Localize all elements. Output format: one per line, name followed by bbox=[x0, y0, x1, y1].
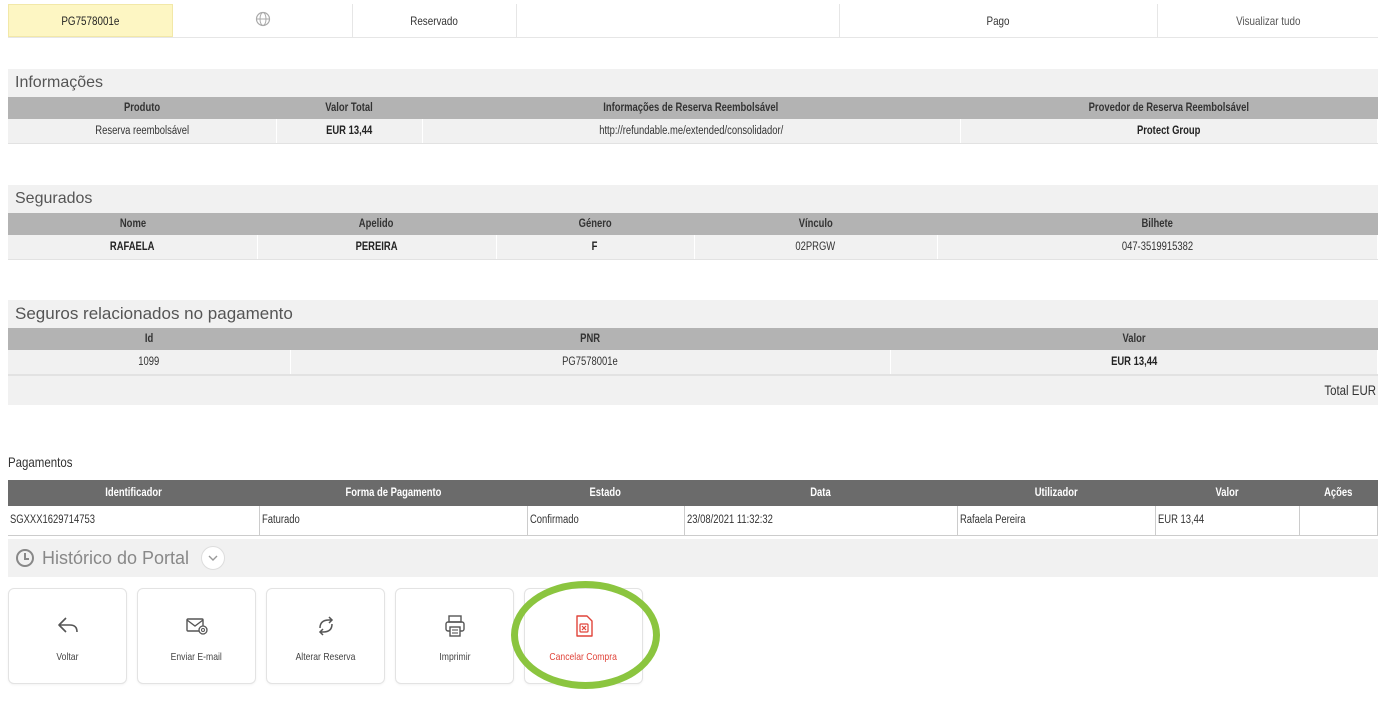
related-table: Id PNR Valor 1099 PG7578001e EUR 13,44 bbox=[8, 328, 1378, 375]
column-header: Produto bbox=[8, 97, 276, 119]
payments-table: Identificador Forma de Pagamento Estado … bbox=[8, 480, 1378, 536]
info-table: Produto Valor Total Informações de Reser… bbox=[8, 97, 1378, 144]
column-header: Utilizador bbox=[957, 480, 1155, 506]
column-header: Forma de Pagamento bbox=[259, 480, 527, 506]
globe-icon bbox=[255, 11, 271, 31]
section-title: Seguros relacionados no pagamento bbox=[8, 300, 1378, 328]
table-cell: 02PRGW bbox=[694, 235, 938, 260]
table-cell: PEREIRA bbox=[257, 235, 497, 260]
table-cell: EUR 13,44 bbox=[1155, 506, 1300, 536]
section-title: Segurados bbox=[8, 185, 1378, 213]
column-header: Vínculo bbox=[694, 213, 937, 235]
cancel-purchase-button[interactable]: Cancelar Compra bbox=[524, 588, 643, 684]
related-insurance-section: Seguros relacionados no pagamento Id PNR… bbox=[8, 300, 1378, 405]
table-row: SGXXX1629714753 Faturado Confirmado 23/0… bbox=[8, 506, 1378, 536]
table-cell: EUR 13,44 bbox=[890, 350, 1378, 375]
change-booking-button[interactable]: Alterar Reserva bbox=[266, 588, 385, 684]
column-header: Apelido bbox=[257, 213, 496, 235]
table-row: RAFAELA PEREIRA F 02PRGW 047-3519915382 bbox=[8, 235, 1378, 260]
table-cell: RAFAELA bbox=[8, 235, 258, 260]
column-header: Bilhete bbox=[937, 213, 1378, 235]
column-header: Valor bbox=[1155, 480, 1299, 506]
info-section: Informações Produto Valor Total Informaç… bbox=[8, 69, 1378, 144]
total-label: Total EUR bbox=[1324, 382, 1376, 398]
send-email-button[interactable]: Enviar E-mail bbox=[137, 588, 256, 684]
column-header: PNR bbox=[290, 328, 890, 350]
payment-status-cell: Pago bbox=[840, 4, 1158, 37]
actions-cell[interactable] bbox=[1299, 506, 1378, 536]
column-header: Data bbox=[684, 480, 957, 506]
clock-icon bbox=[16, 549, 34, 567]
action-cards: Voltar Enviar E-mail Alterar Reserva Imp… bbox=[8, 588, 643, 684]
empty-cell bbox=[517, 4, 840, 37]
table-cell: PG7578001e bbox=[290, 350, 891, 375]
portal-history-label: Histórico do Portal bbox=[42, 547, 190, 568]
cancel-document-icon bbox=[571, 613, 597, 639]
table-cell: 047-3519915382 bbox=[937, 235, 1378, 260]
email-icon bbox=[184, 613, 210, 639]
table-row: Reserva reembolsável EUR 13,44 http://re… bbox=[8, 119, 1378, 144]
chevron-down-icon[interactable] bbox=[201, 546, 226, 570]
column-header: Provedor de Reserva Reembolsável bbox=[960, 97, 1378, 119]
column-header: Género bbox=[496, 213, 694, 235]
table-cell: SGXXX1629714753 bbox=[8, 506, 260, 536]
pnr-cell: PG7578001e bbox=[8, 4, 173, 37]
table-cell: 23/08/2021 11:32:32 bbox=[684, 506, 958, 536]
print-button[interactable]: Imprimir bbox=[395, 588, 514, 684]
table-cell: EUR 13,44 bbox=[276, 119, 423, 144]
globe-cell bbox=[173, 4, 353, 37]
table-cell: 1099 bbox=[8, 350, 291, 375]
swap-icon bbox=[313, 613, 339, 639]
table-cell: Protect Group bbox=[960, 119, 1378, 144]
column-header: Id bbox=[8, 328, 290, 350]
table-cell: Reserva reembolsável bbox=[8, 119, 277, 144]
table-cell: Faturado bbox=[259, 506, 528, 536]
column-header: Ações bbox=[1299, 480, 1378, 506]
portal-history-bar[interactable]: Histórico do Portal bbox=[8, 539, 1378, 577]
column-header: Informações de Reserva Reembolsável bbox=[422, 97, 960, 119]
insured-section: Segurados Nome Apelido Género Vínculo Bi… bbox=[8, 185, 1378, 260]
column-header: Valor bbox=[890, 328, 1378, 350]
status-cell: Reservado bbox=[353, 4, 517, 37]
view-all-link[interactable]: Visualizar tudo bbox=[1158, 4, 1378, 37]
payments-title: Pagamentos bbox=[8, 454, 73, 470]
column-header: Nome bbox=[8, 213, 257, 235]
section-title: Informações bbox=[8, 69, 1378, 97]
total-row: Total EUR bbox=[8, 374, 1378, 405]
column-header: Valor Total bbox=[276, 97, 422, 119]
insured-table: Nome Apelido Género Vínculo Bilhete RAFA… bbox=[8, 213, 1378, 260]
table-row: 1099 PG7578001e EUR 13,44 bbox=[8, 350, 1378, 375]
table-cell: http://refundable.me/extended/consolidad… bbox=[422, 119, 961, 144]
printer-icon bbox=[442, 613, 468, 639]
table-cell: Rafaela Pereira bbox=[957, 506, 1156, 536]
booking-summary-row: PG7578001e Reservado Pago Visualizar tud… bbox=[8, 4, 1378, 38]
column-header: Identificador bbox=[8, 480, 259, 506]
back-button[interactable]: Voltar bbox=[8, 588, 127, 684]
table-cell: Confirmado bbox=[527, 506, 685, 536]
column-header: Estado bbox=[527, 480, 684, 506]
payments-section: Identificador Forma de Pagamento Estado … bbox=[8, 480, 1378, 536]
pnr-value: PG7578001e bbox=[61, 13, 120, 28]
back-arrow-icon bbox=[55, 613, 81, 639]
table-cell: F bbox=[496, 235, 695, 260]
